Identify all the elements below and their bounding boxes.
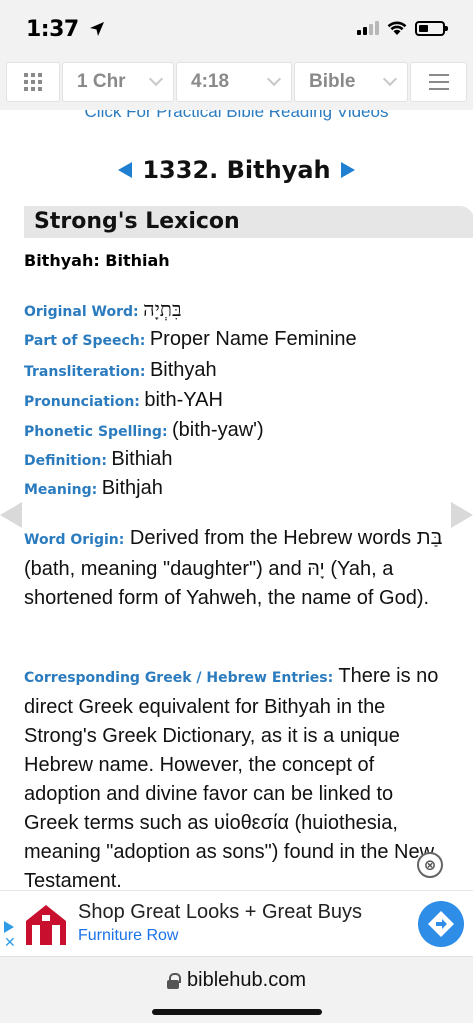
section-header: Strong's Lexicon bbox=[24, 206, 473, 238]
status-time: 1:37 bbox=[26, 17, 79, 42]
field-label: Original Word: bbox=[24, 304, 139, 320]
home-indicator[interactable] bbox=[152, 1009, 322, 1015]
corresponding-entries: Corresponding Greek / Hebrew Entries: Th… bbox=[24, 662, 449, 890]
previous-entry-icon[interactable] bbox=[118, 162, 133, 178]
entry-navigation: 1332. Bithyah bbox=[0, 156, 473, 184]
field-meaning: Meaning: Bithjah bbox=[24, 477, 163, 500]
chevron-down-icon bbox=[266, 71, 282, 87]
field-label: Part of Speech: bbox=[24, 333, 146, 349]
directions-button[interactable] bbox=[418, 901, 464, 947]
entry-title: 1332. Bithyah bbox=[142, 156, 331, 184]
field-value: בִּתְיָה bbox=[143, 297, 182, 321]
lexicon-content: Click For Practical Bible Reading Videos… bbox=[0, 110, 473, 890]
next-entry-icon[interactable] bbox=[340, 162, 355, 178]
next-page-arrow-icon[interactable] bbox=[451, 502, 473, 528]
word-origin: Word Origin: Derived from the Hebrew wor… bbox=[24, 524, 449, 613]
address-bar: biblehub.com bbox=[0, 956, 473, 1023]
status-icons bbox=[357, 20, 448, 36]
field-value: Bithiah bbox=[111, 448, 173, 470]
grid-menu-button[interactable] bbox=[6, 62, 60, 102]
field-transliteration: Transliteration: Bithyah bbox=[24, 359, 217, 382]
field-label: Definition: bbox=[24, 453, 107, 469]
menu-button[interactable] bbox=[410, 62, 467, 102]
chapter-select[interactable]: 4:18 bbox=[176, 62, 292, 102]
word-origin-label: Word Origin: bbox=[24, 532, 125, 548]
url-field[interactable]: biblehub.com bbox=[0, 969, 473, 992]
field-value: Proper Name Feminine bbox=[149, 328, 357, 350]
menu-icon bbox=[428, 74, 449, 76]
ad-advertiser[interactable]: Furniture Row bbox=[78, 927, 178, 945]
book-select-value: 1 Chr bbox=[77, 71, 126, 92]
field-label: Meaning: bbox=[24, 482, 98, 498]
nav-toolbar: 1 Chr 4:18 Bible bbox=[0, 56, 473, 110]
ad-title[interactable]: Shop Great Looks + Great Buys bbox=[78, 901, 362, 924]
field-pronunciation: Pronunciation: bith-YAH bbox=[24, 389, 223, 412]
field-label: Transliteration: bbox=[24, 364, 146, 380]
wifi-icon bbox=[387, 21, 407, 35]
location-arrow-icon bbox=[90, 22, 104, 36]
section-header-text: Strong's Lexicon bbox=[34, 209, 240, 234]
url-text: biblehub.com bbox=[187, 969, 306, 991]
headword: Bithyah: Bithiah bbox=[24, 251, 170, 270]
field-phonetic-spelling: Phonetic Spelling: (bith-yaw') bbox=[24, 419, 264, 442]
corresponding-label: Corresponding Greek / Hebrew Entries: bbox=[24, 670, 334, 686]
field-original-word: Original Word: בִּתְיָה bbox=[24, 297, 182, 322]
promo-link[interactable]: Click For Practical Bible Reading Videos bbox=[0, 110, 473, 122]
field-value: (bith-yaw') bbox=[172, 419, 264, 441]
close-icon[interactable]: ✕ bbox=[4, 935, 16, 951]
chevron-down-icon bbox=[382, 71, 398, 87]
grid-icon bbox=[24, 73, 42, 91]
book-select[interactable]: 1 Chr bbox=[62, 62, 174, 102]
version-select-value: Bible bbox=[309, 71, 356, 92]
chevron-down-icon bbox=[148, 71, 164, 87]
field-definition: Definition: Bithiah bbox=[24, 448, 173, 471]
previous-page-arrow-icon[interactable] bbox=[0, 502, 22, 528]
status-bar: 1:37 bbox=[0, 0, 473, 56]
battery-icon bbox=[415, 20, 448, 36]
ad-logo-icon bbox=[24, 901, 68, 947]
field-label: Phonetic Spelling: bbox=[24, 424, 168, 440]
field-value: bith-YAH bbox=[144, 389, 223, 411]
adchoices-icon[interactable] bbox=[4, 921, 14, 933]
lock-icon bbox=[167, 972, 182, 989]
directions-arrow-icon bbox=[428, 911, 454, 937]
version-select[interactable]: Bible bbox=[294, 62, 408, 102]
field-value: Bithyah bbox=[149, 359, 217, 381]
signal-icon bbox=[357, 21, 379, 35]
chapter-select-value: 4:18 bbox=[191, 71, 230, 92]
field-value: Bithjah bbox=[101, 477, 163, 499]
ad-close-button[interactable]: ⊗ bbox=[417, 852, 443, 878]
ad-banner[interactable]: ✕ Shop Great Looks + Great Buys Furnitur… bbox=[0, 890, 473, 956]
corresponding-text: There is no direct Greek equivalent for … bbox=[24, 665, 439, 890]
field-label: Pronunciation: bbox=[24, 394, 140, 410]
field-part-of-speech: Part of Speech: Proper Name Feminine bbox=[24, 328, 357, 351]
